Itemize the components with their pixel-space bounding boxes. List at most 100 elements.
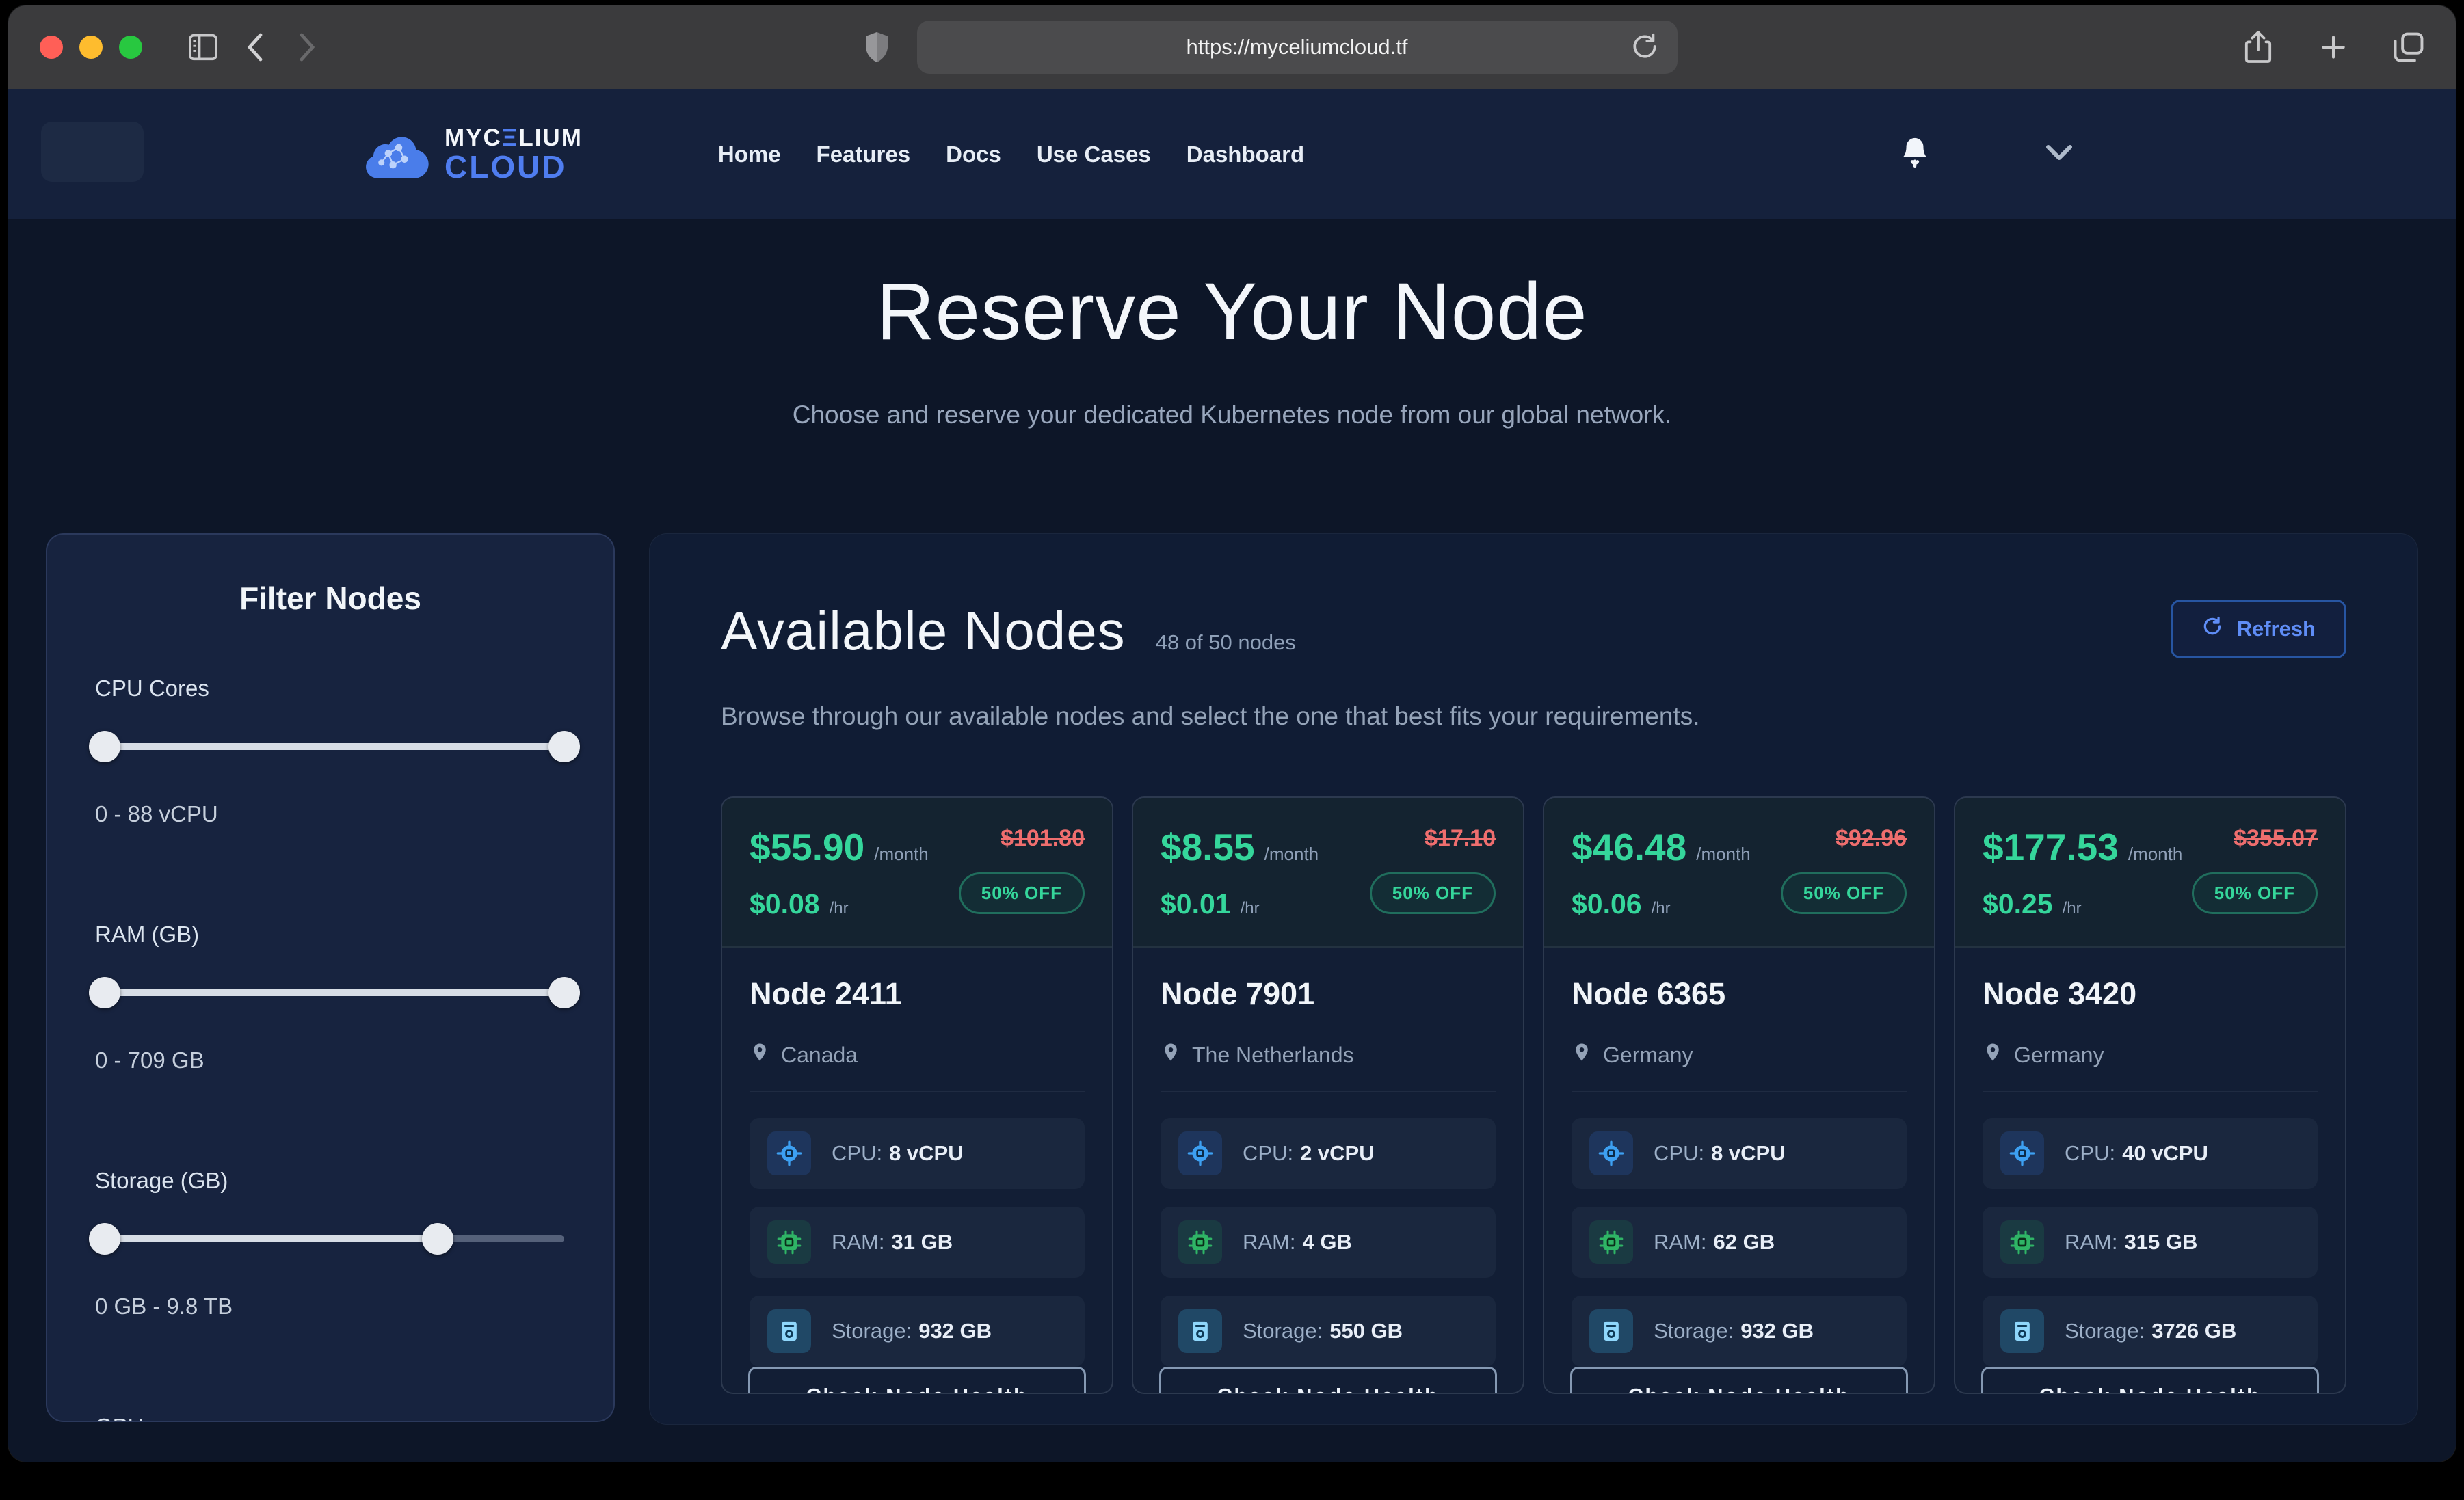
card-body: Node 2411CanadaCPU:8 vCPURAM:31 GBStorag…: [722, 948, 1112, 1367]
refresh-icon: [2201, 615, 2223, 643]
browser-toolbar: https://myceliumcloud.tf: [8, 5, 2456, 89]
storage-icon: [1178, 1309, 1222, 1353]
spec-label: CPU:: [2065, 1141, 2115, 1165]
slider-handle-max[interactable]: [422, 1223, 453, 1255]
per-month-unit: /month: [1264, 844, 1319, 865]
nav-link-home[interactable]: Home: [718, 142, 781, 168]
site-logo[interactable]: MYCΞLIUM CLOUD: [358, 126, 583, 183]
filter-label-ram: RAM (GB): [95, 922, 566, 948]
filter-range-cpu: 0 - 88 vCPU: [95, 801, 566, 827]
spec-row-ram: RAM:31 GB: [750, 1207, 1085, 1278]
card-price-header: $8.55/month $0.01/hr $17.10 50% OFF: [1133, 798, 1523, 948]
nodes-count-badge: 48 of 50 nodes: [1156, 630, 1296, 655]
slider-handle-max[interactable]: [548, 731, 580, 762]
discount-badge: 50% OFF: [1781, 872, 1907, 914]
privacy-shield-icon[interactable]: [861, 31, 892, 63]
close-window-button[interactable]: [40, 36, 63, 59]
check-node-health-button[interactable]: Check Node Health: [1981, 1367, 2319, 1394]
slider-track-fill: [96, 1235, 438, 1242]
ghost-highlight: [41, 122, 144, 182]
node-location: Germany: [2014, 1043, 2104, 1068]
browser-window: https://myceliumcloud.tf: [8, 5, 2456, 1462]
back-button-icon[interactable]: [239, 31, 271, 63]
notifications-bell-icon[interactable]: [1899, 135, 1931, 174]
address-bar[interactable]: https://myceliumcloud.tf: [917, 21, 1678, 74]
slider-track-fill: [96, 989, 564, 996]
ram-icon: [2000, 1220, 2044, 1264]
tab-overview-icon[interactable]: [2393, 31, 2424, 63]
hero-section: Reserve Your Node Choose and reserve you…: [8, 220, 2456, 429]
available-nodes-panel: Available Nodes 48 of 50 nodes Refresh B…: [649, 533, 2418, 1425]
reload-icon[interactable]: [1630, 31, 1660, 65]
new-tab-icon[interactable]: [2318, 31, 2349, 63]
original-price: $355.07: [2234, 825, 2318, 852]
minimize-window-button[interactable]: [79, 36, 103, 59]
location-pin-icon: [1983, 1042, 2003, 1068]
cpu-icon: [1589, 1131, 1633, 1175]
card-price-header: $177.53/month$0.25/hr$355.0750% OFF: [1955, 798, 2345, 948]
refresh-button[interactable]: Refresh: [2171, 600, 2346, 658]
ram-icon: [767, 1220, 811, 1264]
slider-handle-max[interactable]: [548, 977, 580, 1008]
zoom-window-button[interactable]: [119, 36, 142, 59]
spec-label: RAM:: [2065, 1230, 2118, 1254]
refresh-label: Refresh: [2237, 617, 2316, 641]
nav-link-docs[interactable]: Docs: [946, 142, 1001, 168]
card-price-header: $46.48/month$0.06/hr$92.9650% OFF: [1544, 798, 1934, 948]
cloud-logo-icon: [358, 127, 432, 182]
spec-label: Storage:: [1243, 1319, 1323, 1343]
card-body: Node 7901The NetherlandsCPU:2 vCPURAM:4 …: [1133, 948, 1523, 1367]
card-price-header: $55.90/month$0.08/hr$101.8050% OFF: [722, 798, 1112, 948]
share-icon[interactable]: [2242, 31, 2274, 63]
discount-badge: 50% OFF: [959, 872, 1085, 914]
per-month-unit: /month: [874, 844, 929, 865]
check-node-health-button[interactable]: Check Node Health: [1159, 1367, 1497, 1394]
spec-label: CPU:: [1243, 1141, 1293, 1165]
location-pin-icon: [1161, 1042, 1181, 1068]
sidebar-toggle-icon[interactable]: [187, 31, 219, 63]
filter-panel: Filter Nodes CPU Cores0 - 88 vCPURAM (GB…: [46, 533, 615, 1422]
slider-handle-min[interactable]: [89, 731, 120, 762]
nav-link-features[interactable]: Features: [817, 142, 911, 168]
spec-value: 2 vCPU: [1300, 1141, 1375, 1165]
slider-ram[interactable]: [96, 976, 564, 1009]
price-per-hour: $0.01: [1161, 888, 1231, 920]
original-price: $17.10: [1425, 825, 1496, 852]
spec-value: 4 GB: [1303, 1230, 1352, 1254]
spec-row-cpu: CPU: 2 vCPU: [1161, 1118, 1496, 1189]
page-title: Reserve Your Node: [8, 265, 2456, 358]
slider-handle-min[interactable]: [89, 1223, 120, 1255]
slider-handle-min[interactable]: [89, 977, 120, 1008]
spec-value: 31 GB: [892, 1230, 953, 1254]
slider-cpu[interactable]: [96, 730, 564, 763]
spec-label: CPU:: [832, 1141, 882, 1165]
price-per-month: $177.53: [1983, 825, 2119, 869]
price-per-month: $55.90: [750, 825, 864, 869]
location-pin-icon: [1572, 1042, 1592, 1068]
spec-row-cpu: CPU:40 vCPU: [1983, 1118, 2318, 1189]
per-month-unit: /month: [2128, 844, 2183, 865]
spec-row-storage: Storage:932 GB: [1572, 1296, 1907, 1367]
filter-label-storage: Storage (GB): [95, 1168, 566, 1194]
slider-storage[interactable]: [96, 1222, 564, 1255]
nav-link-dashboard[interactable]: Dashboard: [1187, 142, 1304, 168]
node-name: Node 6365: [1572, 976, 1907, 1012]
page-subtitle: Choose and reserve your dedicated Kubern…: [8, 401, 2456, 429]
discount-badge: 50% OFF: [1370, 872, 1496, 914]
account-chevron-down-icon[interactable]: [2045, 144, 2073, 165]
spec-row-storage: Storage:550 GB: [1161, 1296, 1496, 1367]
screen: https://myceliumcloud.tf: [0, 0, 2464, 1500]
per-hour-unit: /hr: [1241, 899, 1260, 918]
ram-icon: [1178, 1220, 1222, 1264]
nav-link-use-cases[interactable]: Use Cases: [1037, 142, 1151, 168]
price-per-month: $8.55: [1161, 825, 1255, 869]
check-node-health-button[interactable]: Check Node Health: [748, 1367, 1086, 1394]
check-node-health-button[interactable]: Check Node Health: [1570, 1367, 1908, 1394]
spec-value: 315 GB: [2125, 1230, 2198, 1254]
spec-value: 3726 GB: [2151, 1319, 2236, 1343]
spec-row-ram: RAM: 315 GB: [1983, 1207, 2318, 1278]
forward-button-icon[interactable]: [291, 31, 323, 63]
filter-panel-title: Filter Nodes: [95, 580, 566, 617]
original-price: $92.96: [1836, 825, 1907, 852]
node-card: $46.48/month$0.06/hr$92.9650% OFFNode 63…: [1543, 796, 1935, 1394]
